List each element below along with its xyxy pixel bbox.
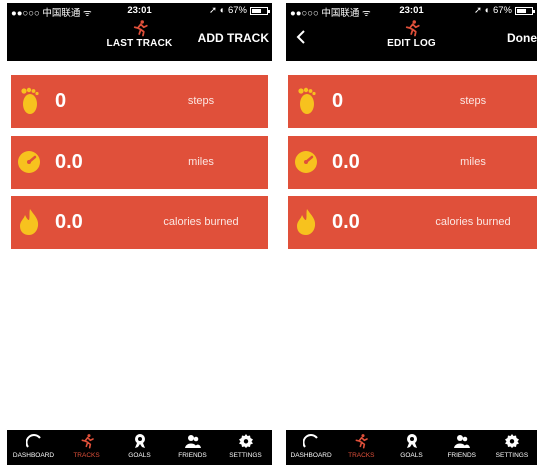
battery-icon	[515, 6, 535, 15]
tab-label: DASHBOARD	[290, 452, 332, 459]
speedometer-icon	[18, 151, 40, 173]
tab-label: TRACKS	[348, 452, 375, 459]
battery-status: ➚ ◐ 67%	[209, 5, 270, 16]
tab-label: TRACKS	[73, 452, 100, 459]
dashboard-gauge-icon	[25, 434, 41, 448]
screen-last-track: ●●○○○ 中国联通 ᯤ 23:01 ➚ ◐ 67% LAST TRACK AD…	[7, 3, 272, 465]
tab-dashboard[interactable]: DASHBOARD	[7, 430, 60, 465]
goals-medal-icon	[406, 434, 417, 448]
settings-gear-icon	[504, 434, 519, 448]
tab-settings[interactable]: SETTINGS	[487, 430, 537, 465]
friends-icon	[184, 435, 201, 448]
stat-value: 0	[55, 90, 67, 112]
stat-value[interactable]: 0	[332, 90, 343, 113]
stat-label: steps	[459, 95, 487, 107]
tab-label: FRIENDS	[178, 452, 207, 459]
goals-medal-icon	[134, 434, 145, 448]
tab-tracks[interactable]: TRACKS	[336, 430, 386, 465]
footprint-icon	[298, 87, 316, 114]
screen-edit-log: ●●○○○ 中国联通 ᯤ 23:01 ➚ ◐ 67% EDIT LOG Done…	[286, 3, 537, 465]
nav-bar: ●●○○○ 中国联通 ᯤ 23:01 ➚ ◐ 67% LAST TRACK AD…	[7, 3, 272, 61]
stat-card-miles: 0.0 miles	[11, 136, 268, 189]
tab-settings[interactable]: SETTINGS	[219, 430, 272, 465]
stat-label: miles	[460, 156, 486, 168]
tab-bar: DASHBOARD TRACKS GOALS FRIENDS SETTINGS	[7, 430, 272, 465]
stat-value: 0.0	[55, 211, 83, 233]
nav-title-group: EDIT LOG	[286, 19, 537, 49]
stat-value[interactable]: 0.0	[332, 151, 360, 174]
tab-tracks[interactable]: TRACKS	[60, 430, 113, 465]
friends-icon	[453, 435, 470, 448]
battery-status: ➚ ◐ 67%	[474, 5, 535, 16]
tab-label: FRIENDS	[447, 452, 476, 459]
stat-value: 0.0	[55, 151, 83, 173]
tab-friends[interactable]: FRIENDS	[437, 430, 487, 465]
tab-label: SETTINGS	[495, 452, 529, 459]
stat-card-calories[interactable]: 0.0 calories burned	[288, 196, 537, 249]
page-title: EDIT LOG	[387, 38, 436, 49]
stat-label: calories burned	[163, 216, 239, 228]
status-bar: ●●○○○ 中国联通 ᯤ 23:01 ➚ ◐ 67%	[286, 3, 537, 19]
stat-card-steps[interactable]: 0 steps	[288, 75, 537, 128]
tab-label: GOALS	[400, 452, 423, 459]
stat-label: calories burned	[435, 216, 511, 228]
runner-icon	[81, 434, 94, 449]
tab-goals[interactable]: GOALS	[386, 430, 436, 465]
stat-card-miles[interactable]: 0.0 miles	[288, 136, 537, 189]
speedometer-icon	[295, 151, 317, 173]
stat-card-calories: 0.0 calories burned	[11, 196, 268, 249]
battery-text: ➚ ◐ 67%	[209, 5, 247, 16]
status-bar: ●●○○○ 中国联通 ᯤ 23:01 ➚ ◐ 67%	[7, 3, 272, 19]
flame-icon	[20, 209, 39, 235]
stat-label: miles	[188, 156, 214, 168]
settings-gear-icon	[238, 434, 253, 448]
stat-card-steps: 0 steps	[11, 75, 268, 128]
dashboard-gauge-icon	[303, 434, 318, 448]
battery-text: ➚ ◐ 67%	[474, 5, 512, 16]
tab-goals[interactable]: GOALS	[113, 430, 166, 465]
runner-icon	[405, 20, 420, 37]
stat-value[interactable]: 0.0	[332, 211, 360, 234]
nav-bar: ●●○○○ 中国联通 ᯤ 23:01 ➚ ◐ 67% EDIT LOG Done	[286, 3, 537, 61]
flame-icon	[297, 209, 316, 235]
add-track-button[interactable]: ADD TRACK	[198, 31, 269, 45]
tab-dashboard[interactable]: DASHBOARD	[286, 430, 336, 465]
tab-friends[interactable]: FRIENDS	[166, 430, 219, 465]
stat-label: steps	[187, 95, 215, 107]
tab-bar: DASHBOARD TRACKS GOALS FRIENDS SETTINGS	[286, 430, 537, 465]
tab-label: GOALS	[128, 452, 151, 459]
battery-icon	[250, 6, 270, 15]
runner-icon	[355, 434, 369, 449]
footprint-icon	[21, 87, 39, 114]
tab-label: DASHBOARD	[12, 452, 55, 459]
done-button[interactable]: Done	[507, 31, 537, 45]
tab-label: SETTINGS	[229, 452, 262, 459]
runner-icon	[133, 20, 148, 37]
